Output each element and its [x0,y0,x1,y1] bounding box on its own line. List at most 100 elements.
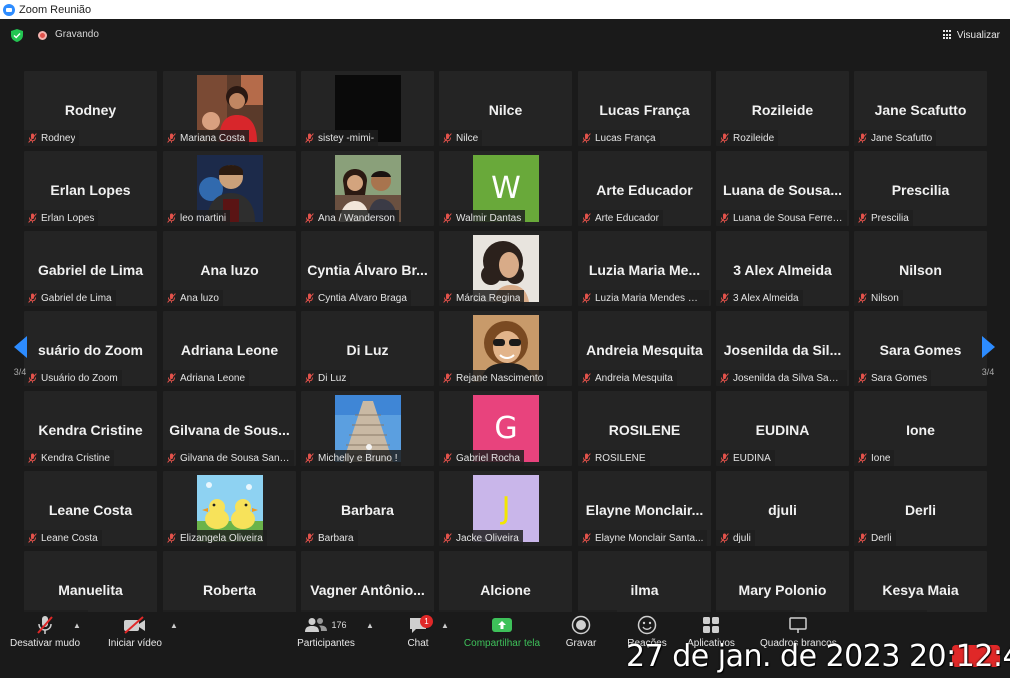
participant-tile[interactable]: sistey -mimi- [301,71,434,146]
participant-tile[interactable]: W Walmir Dantas [439,151,572,226]
participant-tile[interactable]: Luzia Maria Me... Luzia Maria Mendes Carv… [578,231,711,306]
participant-name-tag: ROSILENE [578,450,650,466]
microphone-muted-icon [305,373,314,383]
participant-tile[interactable]: Barbara Barbara [301,471,434,546]
participant-name: djuli [733,532,751,544]
participant-tile[interactable]: Adriana Leone Adriana Leone [163,311,296,386]
participant-tile[interactable]: Elayne Monclair... Elayne Monclair Santa.… [578,471,711,546]
participant-tile[interactable]: Ione Ione [854,391,987,466]
audio-options-chevron-icon[interactable]: ▲ [73,621,81,630]
participant-display-name: Andreia Mesquita [586,342,703,358]
window-edge [1010,19,1024,678]
participant-tile[interactable]: Rodney Rodney [24,71,157,146]
participant-tile[interactable]: 3 Alex Almeida 3 Alex Almeida [716,231,849,306]
microphone-muted-icon [167,133,176,143]
participant-tile[interactable]: Luana de Sousa... Luana de Sousa Ferreira [716,151,849,226]
participant-name-tag: Jane Scafutto [854,130,937,146]
participant-tile[interactable]: Josenilda da Sil... Josenilda da Silva Sa… [716,311,849,386]
participant-name: ROSILENE [595,452,646,464]
unmute-button[interactable]: Desativar mudo [6,612,84,659]
microphone-muted-icon [858,373,867,383]
participant-tile[interactable]: Márcia Regina [439,231,572,306]
participant-name-tag: Kendra Cristine [24,450,114,466]
start-video-button[interactable]: Iniciar vídeo [104,612,166,659]
participant-tile[interactable]: Di Luz Di Luz [301,311,434,386]
page-indicator-left: 3/4 [13,367,27,377]
participant-tile[interactable]: Ana / Wanderson [301,151,434,226]
participant-tile[interactable]: Leane Costa Leane Costa [24,471,157,546]
microphone-muted-icon [443,133,452,143]
participant-tile[interactable]: Elizangela Oliveira [163,471,296,546]
video-options-chevron-icon[interactable]: ▲ [170,621,178,630]
participant-tile[interactable]: Nilce Nilce [439,71,572,146]
participant-name: Nilce [456,132,479,144]
participant-name: Di Luz [318,372,347,384]
shield-icon[interactable] [11,29,23,42]
participant-name: 3 Alex Almeida [733,292,799,304]
microphone-muted-icon [858,293,867,303]
participant-tile[interactable]: Michelly e Bruno ! [301,391,434,466]
participant-display-name: djuli [768,502,797,518]
participant-name: Márcia Regina [456,292,521,304]
participant-tile[interactable]: Rejane Nascimento [439,311,572,386]
participant-tile[interactable]: Jane Scafutto Jane Scafutto [854,71,987,146]
participants-button[interactable]: 176 Participantes [294,612,358,659]
microphone-muted-icon [443,213,452,223]
view-button[interactable]: Visualizar [942,26,1000,44]
participant-tile[interactable]: Cyntia Álvaro Br... Cyntia Álvaro Braga [301,231,434,306]
participant-tile[interactable]: Andreia Mesquita Andreia Mesquita [578,311,711,386]
participant-tile[interactable]: Nilson Nilson [854,231,987,306]
participant-display-name: Barbara [341,502,394,518]
participant-name-tag: Gabriel Rocha [439,450,524,466]
participant-display-name: Adriana Leone [180,342,279,358]
chat-chevron-icon[interactable]: ▲ [441,621,449,630]
participant-name: leo martini [180,212,227,224]
participant-tile[interactable]: Rozileide Rozileide [716,71,849,146]
participant-tile[interactable]: Arte Educador Arte Educador [578,151,711,226]
participant-display-name: suário do Zoom [38,342,143,358]
record-icon [571,615,591,635]
participant-tile[interactable]: Ana luzo Ana luzo [163,231,296,306]
participant-tile[interactable]: Gilvana de Sous... Gilvana de Sousa Sant.… [163,391,296,466]
record-button[interactable]: Gravar [562,612,600,659]
participant-name: Jane Scafutto [871,132,933,144]
participant-tile[interactable]: Derli Derli [854,471,987,546]
participant-name-tag: Luana de Sousa Ferreira [716,210,847,226]
microphone-muted-icon [858,133,867,143]
microphone-muted-icon [28,533,37,543]
previous-page-button[interactable]: 3/4 [10,336,30,396]
microphone-muted-icon [167,453,176,463]
participant-tile[interactable]: Gabriel de Lima Gabriel de Lima [24,231,157,306]
participant-display-name: EUDINA [755,422,810,438]
participant-tile[interactable]: ROSILENE ROSILENE [578,391,711,466]
participant-tile[interactable]: EUDINA EUDINA [716,391,849,466]
share-screen-button[interactable]: Compartilhar tela [458,612,546,659]
participant-name: Barbara [318,532,354,544]
participant-tile[interactable]: djuli djuli [716,471,849,546]
participant-name-tag: Jacke Oliveira [439,530,523,546]
zoom-logo-icon [3,3,15,16]
participant-tile[interactable]: Prescilia Prescilia [854,151,987,226]
recording-icon[interactable] [38,31,47,40]
participant-display-name: 3 Alex Almeida [733,262,832,278]
participant-tile[interactable]: Kendra Cristine Kendra Cristine [24,391,157,466]
participant-tile[interactable]: Sara Gomes Sara Gomes [854,311,987,386]
participant-name: Elizangela Oliveira [180,532,263,544]
participant-name-tag: Derli [854,530,896,546]
page-indicator-right: 3/4 [981,367,995,377]
participant-display-name: Sara Gomes [879,342,962,358]
participant-display-name: Prescilia [891,182,950,198]
participant-tile[interactable]: Lucas França Lucas França [578,71,711,146]
participant-name: Elayne Monclair Santa... [595,532,704,544]
participant-tile[interactable]: G Gabriel Rocha [439,391,572,466]
next-page-button[interactable]: 3/4 [978,336,998,396]
participant-name: Michelly e Bruno ! [318,452,398,464]
participant-tile[interactable]: leo martini [163,151,296,226]
participants-chevron-icon[interactable]: ▲ [366,621,374,630]
participant-tile[interactable]: Erlan Lopes Erlan Lopes [24,151,157,226]
participant-tile[interactable]: Mariana Costa [163,71,296,146]
participant-name-tag: Prescilia [854,210,913,226]
participant-tile[interactable]: suário do Zoom Usuário do Zoom [24,311,157,386]
participant-display-name: Luana de Sousa... [722,182,843,198]
participant-tile[interactable]: J Jacke Oliveira [439,471,572,546]
